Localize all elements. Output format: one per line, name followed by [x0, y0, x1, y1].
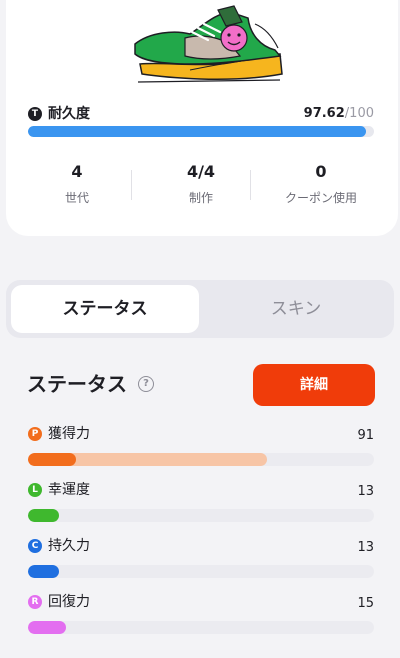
- summary-value: 0: [315, 162, 327, 181]
- summary-crafting: 4/4 制作: [136, 160, 266, 208]
- summary-label: クーポン使用: [284, 191, 357, 205]
- durability-row: T 耐久度 97.62/100: [28, 104, 374, 124]
- status-section-title: ステータス: [27, 372, 127, 396]
- stat-value: 15: [357, 596, 374, 611]
- durability-label: 耐久度: [48, 106, 90, 122]
- stat-icon: L: [28, 483, 42, 497]
- help-icon[interactable]: ?: [138, 376, 154, 392]
- detail-button[interactable]: 詳細: [253, 364, 375, 406]
- durability-max: 100: [349, 106, 374, 121]
- stat-icon: R: [28, 595, 42, 609]
- stat-icon: P: [28, 427, 42, 441]
- summary-value: 4: [71, 162, 83, 181]
- stat-label: 幸運度: [48, 482, 90, 498]
- summary-value: 4/4: [186, 162, 216, 181]
- stat-bar: [28, 509, 374, 522]
- durability-value: 97.62/100: [304, 104, 374, 124]
- summary-divider: [250, 170, 251, 200]
- stat-value: 13: [357, 484, 374, 499]
- stat-value: 91: [357, 428, 374, 443]
- stat-label: 回復力: [48, 594, 90, 610]
- durability-bar: [28, 126, 374, 137]
- stat-bar-fill: [28, 453, 77, 466]
- stat-label: 持久力: [48, 538, 90, 554]
- stat-row-comfort: C 持久力 13: [28, 536, 374, 586]
- stat-row-earning: P 獲得力 91: [28, 424, 374, 474]
- stat-icon: C: [28, 539, 42, 553]
- summary-divider: [131, 170, 132, 200]
- sneaker-illustration: [134, 5, 283, 83]
- durability-current: 97.62: [303, 106, 345, 121]
- summary-label: 世代: [64, 191, 89, 205]
- tab-bar: ステータス スキン: [6, 280, 394, 338]
- tab-status[interactable]: ステータス: [11, 285, 199, 333]
- tab-skin[interactable]: スキン: [202, 285, 390, 333]
- stat-bar-fill: [28, 509, 60, 522]
- stat-bar: [28, 453, 374, 466]
- stat-bar: [28, 565, 374, 578]
- stat-bar-fill: [28, 621, 67, 634]
- summary-coupon: 0 クーポン使用: [256, 160, 386, 208]
- sneaker-card: T 耐久度 97.62/100 4 世代 4/4 制作 0 クーポン使用: [6, 0, 398, 236]
- stat-row-luck: L 幸運度 13: [28, 480, 374, 530]
- stat-value: 13: [357, 540, 374, 555]
- stat-row-recovery: R 回復力 15: [28, 592, 374, 642]
- durability-bar-fill: [28, 126, 366, 137]
- stat-bar-fill: [28, 565, 60, 578]
- durability-icon: T: [28, 107, 42, 121]
- summary-generation: 4 世代: [12, 160, 142, 208]
- summary-label: 制作: [188, 191, 213, 205]
- stat-label: 獲得力: [48, 426, 90, 442]
- stat-bar: [28, 621, 374, 634]
